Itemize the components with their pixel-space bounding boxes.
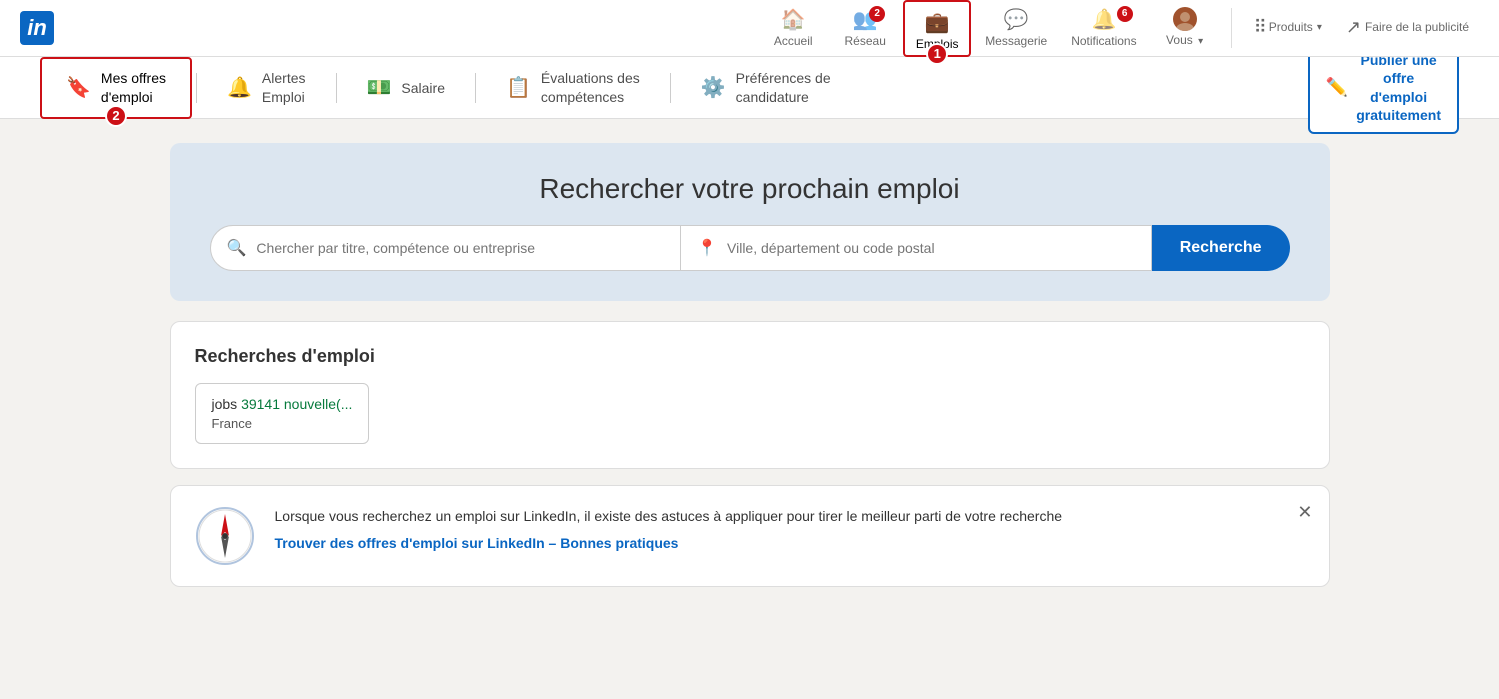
job-searches-card: Recherches d'emploi jobs 39141 nouvelle(… — [170, 321, 1330, 469]
compass-icon — [195, 506, 255, 566]
sub-nav-evaluations[interactable]: 📋 Évaluations descompétences — [480, 57, 666, 119]
sub-nav-divider-4 — [670, 73, 671, 103]
sub-nav-preferences[interactable]: ⚙️ Préférences decandidature — [675, 57, 857, 119]
linkedin-logo[interactable]: in — [20, 11, 54, 45]
tip-link[interactable]: Trouver des offres d'emploi sur LinkedIn… — [275, 535, 1305, 551]
search-icon: 🔍 — [227, 238, 247, 258]
sub-nav-mes-offres[interactable]: 🔖 Mes offresd'emploi 2 — [40, 57, 192, 119]
main-content: Rechercher votre prochain emploi 🔍 📍 Rec… — [150, 143, 1350, 587]
location-icon: 📍 — [697, 238, 717, 258]
tip-card: Lorsque vous recherchez un emploi sur Li… — [170, 485, 1330, 587]
gear-icon: ⚙️ — [701, 75, 726, 100]
edit-icon: ✏️ — [1326, 76, 1348, 99]
sub-nav-salaire[interactable]: 💵 Salaire — [341, 57, 472, 119]
grid-icon: ⠿ — [1254, 17, 1267, 38]
job-search-location: France — [212, 416, 353, 431]
step-badge-2: 2 — [105, 105, 127, 127]
location-input-wrap: 📍 — [681, 225, 1152, 271]
alert-bell-icon: 🔔 — [227, 75, 252, 100]
message-icon: 💬 — [1004, 7, 1029, 32]
nav-ads[interactable]: ↗ Faire de la publicité — [1336, 0, 1479, 57]
bell-icon: 🔔 — [1091, 7, 1116, 32]
sub-nav-alertes[interactable]: 🔔 AlertesEmploi — [201, 57, 331, 119]
search-section: Rechercher votre prochain emploi 🔍 📍 Rec… — [170, 143, 1330, 301]
search-title: Rechercher votre prochain emploi — [210, 173, 1290, 205]
job-search-item[interactable]: jobs 39141 nouvelle(... France — [195, 383, 370, 444]
linkedin-logo-icon: in — [20, 11, 54, 45]
navbar-nav: 🏠 Accueil 2 👥 Réseau 💼 Emplois 1 💬 Messa… — [759, 0, 1479, 57]
search-button[interactable]: Recherche — [1152, 225, 1290, 271]
tip-text: Lorsque vous recherchez un emploi sur Li… — [275, 506, 1305, 527]
nav-reseau[interactable]: 2 👥 Réseau — [831, 0, 899, 57]
home-icon: 🏠 — [781, 7, 806, 32]
sub-nav-divider-2 — [336, 73, 337, 103]
nav-emplois[interactable]: 💼 Emplois 1 — [903, 0, 971, 57]
avatar — [1173, 7, 1197, 31]
bookmark-icon: 🔖 — [66, 75, 91, 100]
sub-nav-divider-3 — [475, 73, 476, 103]
vous-chevron: ▾ — [1198, 36, 1203, 47]
location-input[interactable] — [727, 240, 1135, 256]
nav-divider — [1231, 8, 1232, 48]
nav-messagerie[interactable]: 💬 Messagerie — [975, 0, 1057, 57]
products-chevron: ▾ — [1317, 22, 1322, 33]
search-row: 🔍 📍 Recherche — [210, 225, 1290, 271]
step-badge-1: 1 — [926, 43, 948, 65]
close-tip-button[interactable]: ✕ — [1297, 502, 1312, 523]
search-input-wrap: 🔍 — [210, 225, 682, 271]
nav-produits[interactable]: ⠿ Produits ▾ — [1244, 0, 1332, 57]
nav-vous[interactable]: Vous ▾ — [1151, 0, 1219, 57]
salary-icon: 💵 — [367, 75, 392, 100]
job-search-name: jobs 39141 nouvelle(... — [212, 396, 353, 412]
sub-nav: 🔖 Mes offresd'emploi 2 🔔 AlertesEmploi 💵… — [0, 57, 1499, 119]
nav-notifications[interactable]: 6 🔔 Notifications — [1061, 0, 1146, 57]
ads-icon: ↗ — [1346, 17, 1361, 38]
search-input[interactable] — [256, 240, 664, 256]
sub-nav-divider-1 — [196, 73, 197, 103]
navbar: in 🏠 Accueil 2 👥 Réseau 💼 Emplois 1 💬 Me… — [0, 0, 1499, 57]
job-searches-title: Recherches d'emploi — [195, 346, 1305, 367]
clipboard-icon: 📋 — [506, 75, 531, 100]
jobs-icon: 💼 — [925, 10, 950, 35]
tip-content: Lorsque vous recherchez un emploi sur Li… — [275, 506, 1305, 551]
nav-accueil[interactable]: 🏠 Accueil — [759, 0, 827, 57]
